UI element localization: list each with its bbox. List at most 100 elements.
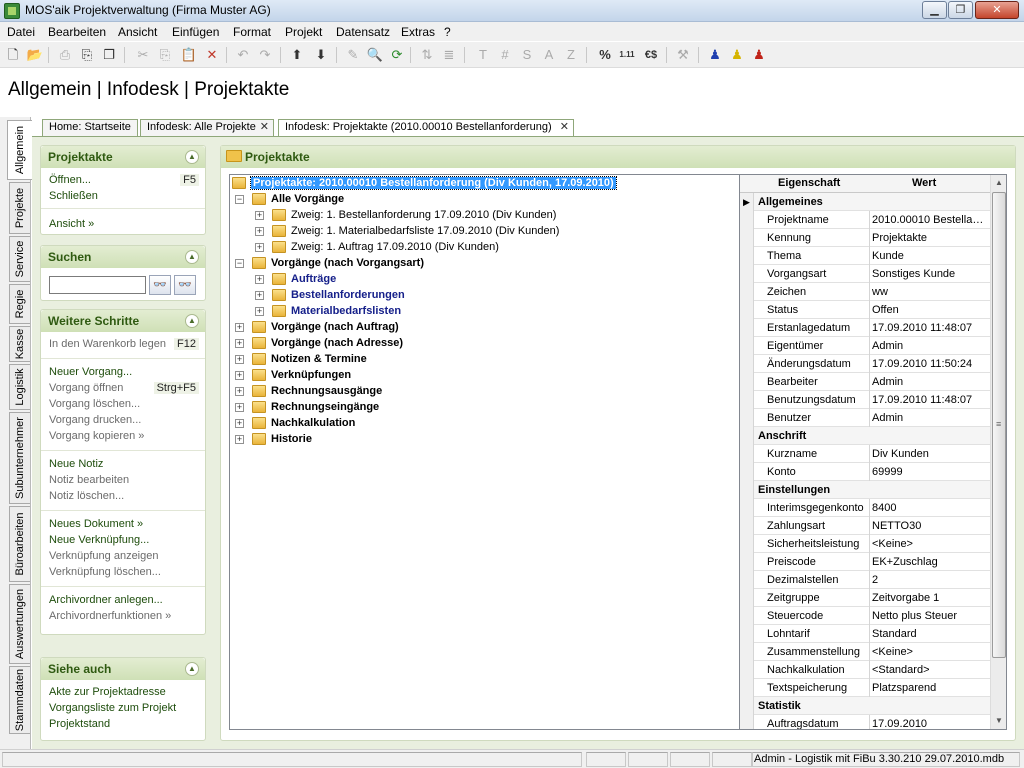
grid-property-row[interactable]: Konto 69999 xyxy=(740,463,990,481)
a-format-icon[interactable]: A xyxy=(540,46,558,64)
property-value[interactable]: 2010.00010 Bestellanforderung xyxy=(872,214,986,226)
grid-property-row[interactable]: Dezimalstellen 2 xyxy=(740,571,990,589)
tab-projektakte[interactable]: Infodesk: Projektakte (2010.00010 Bestel… xyxy=(278,119,574,137)
link-neue-notiz[interactable]: Neue Notiz xyxy=(49,458,103,470)
grid-property-row[interactable]: Thema Kunde xyxy=(740,247,990,265)
decimal-icon[interactable]: 1.11 xyxy=(618,46,636,64)
grid-category-row[interactable]: ▶ Allgemeines xyxy=(740,193,990,211)
grid-property-row[interactable]: Sicherheitsleistung <Keine> xyxy=(740,535,990,553)
close-tab-icon[interactable]: ✕ xyxy=(260,120,269,135)
link-akte-projektadresse[interactable]: Akte zur Projektadresse xyxy=(49,686,166,698)
grid-property-row[interactable]: Interimsgegenkonto 8400 xyxy=(740,499,990,517)
property-value[interactable]: EK+Zuschlag xyxy=(872,556,986,568)
menu-datei[interactable]: Datei xyxy=(7,25,35,39)
expand-icon[interactable]: + xyxy=(255,291,264,300)
grid-property-row[interactable]: Textspeicherung Platzsparend xyxy=(740,679,990,697)
property-value[interactable]: Platzsparend xyxy=(872,682,986,694)
vtab-bueroarbeiten[interactable]: Büroarbeiten xyxy=(9,506,30,582)
link-oeffnen[interactable]: Öffnen... xyxy=(49,174,91,186)
link-neuer-vorgang[interactable]: Neuer Vorgang... xyxy=(49,366,132,378)
expand-icon[interactable]: + xyxy=(255,227,264,236)
expand-icon[interactable]: + xyxy=(255,243,264,252)
link-schliessen[interactable]: Schließen xyxy=(49,190,98,202)
vtab-stammdaten[interactable]: Stammdaten xyxy=(9,666,30,734)
vtab-regie[interactable]: Regie xyxy=(9,284,30,324)
grid-property-row[interactable]: Bearbeiter Admin xyxy=(740,373,990,391)
undo-icon[interactable]: ↶ xyxy=(234,46,252,64)
grid-property-row[interactable]: Zeitgruppe Zeitvorgabe 1 xyxy=(740,589,990,607)
link-projektstand[interactable]: Projektstand xyxy=(49,718,110,730)
link-vorgang-oeffnen[interactable]: Vorgang öffnen xyxy=(49,382,123,394)
property-value[interactable]: Standard xyxy=(872,628,986,640)
vtab-auswertungen[interactable]: Auswertungen xyxy=(9,584,30,664)
close-button[interactable]: ✕ xyxy=(975,1,1019,19)
hash-icon[interactable]: # xyxy=(496,46,514,64)
refresh-icon[interactable]: ⟳ xyxy=(388,46,406,64)
maximize-button[interactable]: ❐ xyxy=(948,1,973,19)
expand-icon[interactable]: + xyxy=(235,339,244,348)
grid-property-row[interactable]: Zahlungsart NETTO30 xyxy=(740,517,990,535)
grid-property-row[interactable]: Status Offen xyxy=(740,301,990,319)
text-format-icon[interactable]: T xyxy=(474,46,492,64)
grid-property-row[interactable]: Zeichen ww xyxy=(740,283,990,301)
link-verknuepfung-loeschen[interactable]: Verknüpfung löschen... xyxy=(49,566,161,578)
grid-property-row[interactable]: Zusammenstellung <Keine> xyxy=(740,643,990,661)
vtab-subunternehmer[interactable]: Subunternehmer xyxy=(9,412,30,504)
grid-property-row[interactable]: Kennung Projektakte xyxy=(740,229,990,247)
z-format-icon[interactable]: Z xyxy=(562,46,580,64)
s-format-icon[interactable]: S xyxy=(518,46,536,64)
menu-help[interactable]: ? xyxy=(444,25,451,39)
grid-property-row[interactable]: Eigentümer Admin xyxy=(740,337,990,355)
open-folder-icon[interactable]: 📂 xyxy=(26,46,44,64)
menu-bearbeiten[interactable]: Bearbeiten xyxy=(48,25,106,39)
expand-icon[interactable]: + xyxy=(235,387,244,396)
expand-icon[interactable]: + xyxy=(235,435,244,444)
grid-property-row[interactable]: Lohntarif Standard xyxy=(740,625,990,643)
scroll-thumb[interactable] xyxy=(992,192,1006,658)
binoculars-next-icon[interactable]: 👓 xyxy=(174,275,196,295)
copy-document-icon[interactable]: ❐ xyxy=(100,46,118,64)
menu-projekt[interactable]: Projekt xyxy=(285,25,322,39)
expand-icon[interactable]: + xyxy=(255,307,264,316)
link-vorgang-drucken[interactable]: Vorgang drucken... xyxy=(49,414,141,426)
property-value[interactable]: Zeitvorgabe 1 xyxy=(872,592,986,604)
user-yellow-icon[interactable]: ♟ xyxy=(728,46,746,64)
expand-icon[interactable]: + xyxy=(235,419,244,428)
property-value[interactable]: 17.09.2010 11:48:07 xyxy=(872,322,986,334)
vtab-allgemein[interactable]: Allgemein xyxy=(7,120,32,180)
property-value[interactable]: ww xyxy=(872,286,986,298)
collapse-icon[interactable]: − xyxy=(235,195,244,204)
print-preview-icon[interactable]: ⎘ xyxy=(78,46,96,64)
grid-property-row[interactable]: Kurzname Div Kunden xyxy=(740,445,990,463)
expand-icon[interactable]: + xyxy=(255,211,264,220)
menu-extras[interactable]: Extras xyxy=(401,25,435,39)
collapse-icon[interactable]: ▲ xyxy=(185,250,199,264)
user-red-icon[interactable]: ♟ xyxy=(750,46,768,64)
property-value[interactable]: Netto plus Steuer xyxy=(872,610,986,622)
paste-icon[interactable]: 📋 xyxy=(180,46,198,64)
vtab-service[interactable]: Service xyxy=(9,236,30,282)
pencil-icon[interactable]: ✎ xyxy=(344,46,362,64)
expand-icon[interactable]: + xyxy=(235,355,244,364)
grid-property-row[interactable]: Vorgangsart Sonstiges Kunde xyxy=(740,265,990,283)
vtab-projekte[interactable]: Projekte xyxy=(9,182,30,234)
expand-icon[interactable]: + xyxy=(235,323,244,332)
link-verknuepfung-anzeigen[interactable]: Verknüpfung anzeigen xyxy=(49,550,158,562)
print-icon[interactable]: ⎙ xyxy=(56,46,74,64)
tools-icon[interactable]: ⚒ xyxy=(674,46,692,64)
binoculars-search-icon[interactable]: 👓 xyxy=(149,275,171,295)
cut-icon[interactable]: ✂ xyxy=(134,46,152,64)
find-icon[interactable]: 🔍 xyxy=(366,46,384,64)
arrow-up-icon[interactable]: ⬆ xyxy=(288,46,306,64)
property-value[interactable]: Admin xyxy=(872,376,986,388)
vtab-kasse[interactable]: Kasse xyxy=(9,326,30,362)
collapse-icon[interactable]: ▲ xyxy=(185,662,199,676)
property-value[interactable]: 17.09.2010 11:50:24 xyxy=(872,358,986,370)
grid-category-row[interactable]: Statistik xyxy=(740,697,990,715)
link-vorgang-loeschen[interactable]: Vorgang löschen... xyxy=(49,398,140,410)
grid-property-row[interactable]: Benutzer Admin xyxy=(740,409,990,427)
grid-category-row[interactable]: Einstellungen xyxy=(740,481,990,499)
expand-icon[interactable]: + xyxy=(235,403,244,412)
grid-property-row[interactable]: Nachkalkulation <Standard> xyxy=(740,661,990,679)
menu-format[interactable]: Format xyxy=(233,25,271,39)
